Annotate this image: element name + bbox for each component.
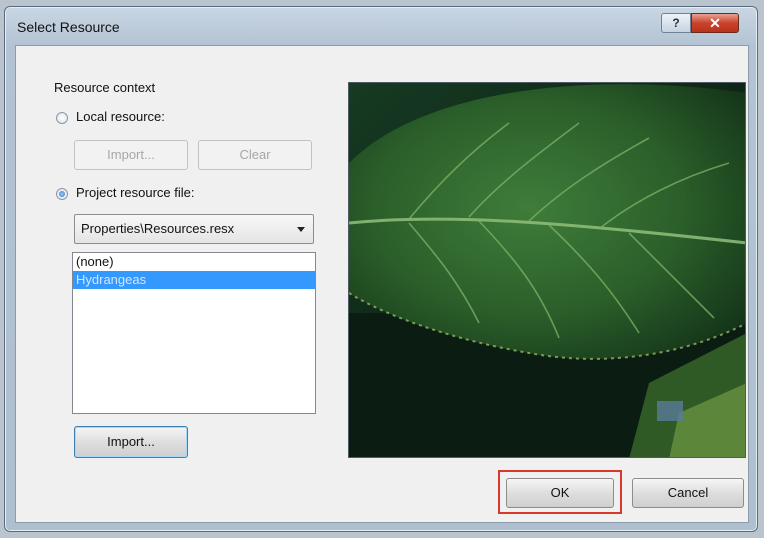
local-import-label: Import... (107, 147, 155, 162)
title-bar[interactable]: Select Resource ? ✕ (5, 7, 757, 47)
resource-context-label: Resource context (54, 80, 156, 95)
local-clear-label: Clear (239, 147, 271, 162)
project-resource-radio[interactable] (56, 188, 68, 200)
select-resource-dialog: Select Resource ? ✕ Resource context Loc… (4, 6, 758, 532)
cancel-button[interactable]: Cancel (632, 478, 744, 508)
window-title: Select Resource (17, 19, 120, 35)
local-resource-radio[interactable] (56, 112, 68, 124)
list-item-hydrangeas[interactable]: Hydrangeas (73, 271, 315, 289)
close-icon: ✕ (709, 15, 721, 31)
chevron-down-icon (297, 227, 305, 232)
close-button[interactable]: ✕ (691, 13, 739, 33)
local-resource-label: Local resource: (76, 109, 165, 124)
dialog-body: Resource context Local resource: Import.… (15, 45, 749, 523)
list-item-none[interactable]: (none) (73, 253, 315, 271)
cancel-label: Cancel (667, 485, 709, 500)
ok-button[interactable]: OK (506, 478, 614, 508)
project-import-button[interactable]: Import... (74, 426, 188, 458)
help-icon: ? (672, 16, 680, 30)
resource-file-dropdown[interactable]: Properties\Resources.resx (74, 214, 314, 244)
ok-label: OK (550, 485, 570, 500)
resource-preview-image (348, 82, 746, 458)
local-import-button[interactable]: Import... (74, 140, 188, 170)
leaf-image (349, 83, 745, 457)
help-button[interactable]: ? (661, 13, 691, 33)
local-clear-button[interactable]: Clear (198, 140, 312, 170)
project-import-label: Import... (107, 434, 155, 449)
resource-listbox[interactable]: (none) Hydrangeas (72, 252, 316, 414)
resource-file-value: Properties\Resources.resx (81, 221, 235, 236)
project-resource-label: Project resource file: (76, 185, 195, 200)
